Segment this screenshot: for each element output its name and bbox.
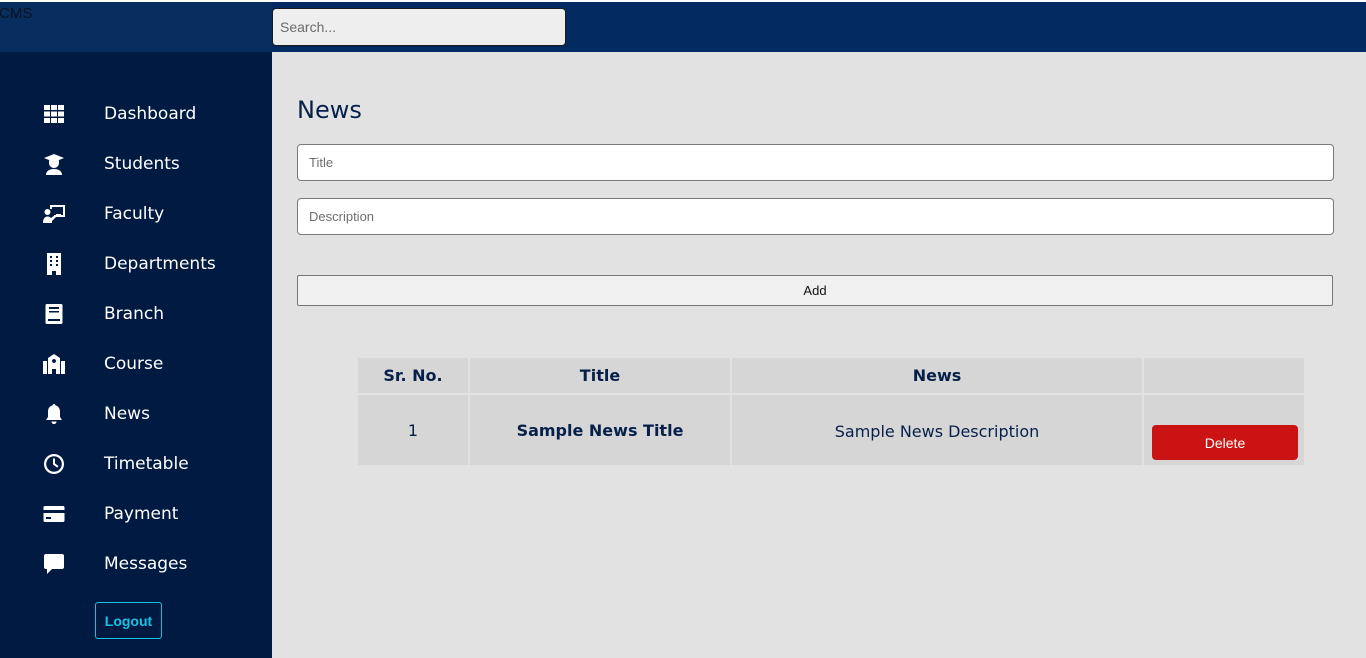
column-header-title: Title <box>470 358 730 393</box>
sidebar-item-label: Timetable <box>104 454 189 474</box>
sidebar-item-label: Students <box>104 154 180 174</box>
sidebar-item-label: Branch <box>104 304 164 324</box>
sidebar-item-departments[interactable]: Departments <box>0 244 272 284</box>
top-bar: CMS <box>0 0 1366 52</box>
bell-icon <box>40 400 68 428</box>
sidebar-item-label: Dashboard <box>104 104 197 124</box>
cell-sr-no: 1 <box>358 395 468 465</box>
sidebar-item-timetable[interactable]: Timetable <box>0 444 272 484</box>
credit-card-icon <box>40 500 68 528</box>
sidebar-item-messages[interactable]: Messages <box>0 544 272 584</box>
cell-title: Sample News Title <box>470 395 730 465</box>
teacher-icon <box>40 200 68 228</box>
sidebar-item-payment[interactable]: Payment <box>0 494 272 534</box>
school-icon <box>40 350 68 378</box>
search-input[interactable] <box>272 8 566 46</box>
sidebar-item-news[interactable]: News <box>0 394 272 434</box>
delete-button[interactable]: Delete <box>1152 425 1298 460</box>
sidebar-item-label: Course <box>104 354 164 374</box>
add-button[interactable]: Add <box>297 275 1333 306</box>
column-header-action <box>1144 358 1304 393</box>
sidebar-item-students[interactable]: Students <box>0 144 272 184</box>
message-icon <box>40 550 68 578</box>
graduate-icon <box>40 150 68 178</box>
sidebar-item-faculty[interactable]: Faculty <box>0 194 272 234</box>
grid-icon <box>40 100 68 128</box>
column-header-news: News <box>732 358 1142 393</box>
sidebar-item-label: News <box>104 404 150 424</box>
description-input[interactable] <box>297 198 1334 235</box>
sidebar-item-label: Payment <box>104 504 179 524</box>
sidebar-item-label: Faculty <box>104 204 165 224</box>
sidebar-item-branch[interactable]: Branch <box>0 294 272 334</box>
cell-news: Sample News Description <box>732 395 1142 465</box>
logout-button[interactable]: Logout <box>95 602 162 639</box>
building-icon <box>40 250 68 278</box>
column-header-sr-no: Sr. No. <box>358 358 468 393</box>
page-title: News <box>297 96 362 124</box>
clock-icon <box>40 450 68 478</box>
book-icon <box>40 300 68 328</box>
sidebar-item-label: Messages <box>104 554 188 574</box>
sidebar-item-course[interactable]: Course <box>0 344 272 384</box>
sidebar-item-label: Departments <box>104 254 216 274</box>
brand-label: CMS <box>0 5 33 22</box>
title-input[interactable] <box>297 144 1334 181</box>
brand-area: CMS <box>0 2 272 52</box>
sidebar-item-dashboard[interactable]: Dashboard <box>0 94 272 134</box>
main-content: News Add Sr. No. Title News 1 Sample New… <box>272 52 1366 658</box>
sidebar: Dashboard Students Faculty Departments B… <box>0 52 272 658</box>
